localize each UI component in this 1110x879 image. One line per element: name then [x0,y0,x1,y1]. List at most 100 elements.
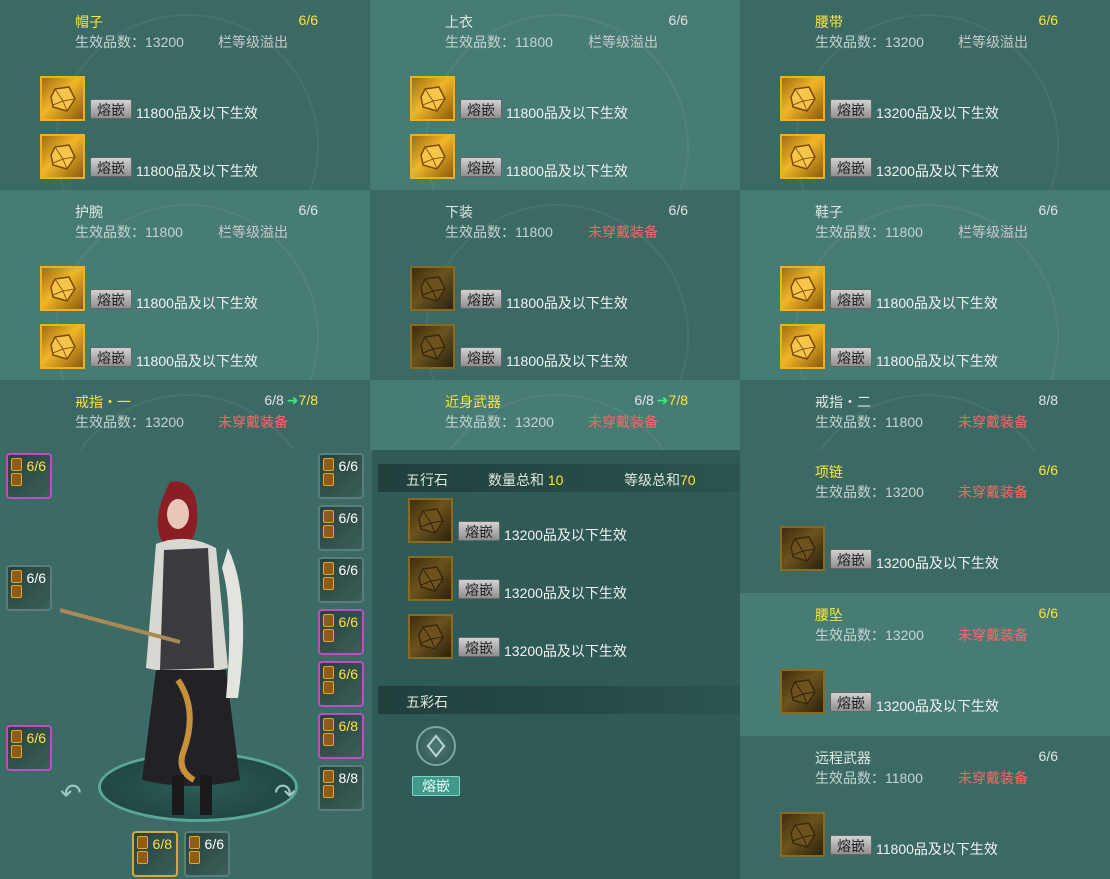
gem-indicator-icon [323,562,334,575]
panel-count-value: 6/6 [668,12,688,28]
panel-status: 未穿戴装备 [588,414,658,430]
panel-title: 近身武器 [445,394,501,410]
panel-title: 护腕 [75,204,103,220]
panel-count-value: 6/8 [634,392,654,408]
panel-status: 未穿戴装备 [958,770,1028,786]
gem-indicator-icon [323,614,334,627]
equip-slot[interactable]: 6/6 [6,453,52,499]
inlay-button[interactable]: 熔嵌 [460,157,502,177]
gem-indicator-icon [323,577,334,590]
gem-effect-label: 13200品及以下生效 [504,527,627,543]
inlay-button[interactable]: 熔嵌 [90,347,132,367]
gem-socket[interactable] [780,812,825,857]
equip-slot[interactable]: 6/6 [318,505,364,551]
gem-indicator-icon [323,666,334,679]
inlay-button[interactable]: 熔嵌 [90,289,132,309]
gem-socket[interactable] [408,614,453,659]
panel-status: 栏等级溢出 [218,224,288,240]
inlay-button[interactable]: 熔嵌 [830,835,872,855]
equip-slot-count: 8/8 [338,770,358,786]
gem-socket[interactable] [780,669,825,714]
panel-title: 下装 [445,204,473,220]
gem-slot: 熔嵌 11800品及以下生效 [40,134,258,184]
equip-slot[interactable]: 6/6 [6,565,52,611]
gem-stone-icon [49,85,76,112]
gem-indicator-icon [323,629,334,642]
inlay-button[interactable]: 熔嵌 [90,99,132,119]
gem-socket[interactable] [408,556,453,601]
equip-slot[interactable]: 6/6 [6,725,52,771]
panel-effective: 生效品数：13200 [815,484,924,500]
panel-status: 栏等级溢出 [958,224,1028,240]
equip-slot[interactable]: 6/8 [318,713,364,759]
gem-slot: 熔嵌 11800品及以下生效 [410,324,628,374]
equip-slot[interactable]: 6/6 [318,661,364,707]
rotate-right-icon[interactable]: ↷ [274,778,296,809]
inlay-button[interactable]: 熔嵌 [460,347,502,367]
panel-count-value: 6/6 [298,202,318,218]
gem-socket[interactable] [40,324,85,369]
equip-slot-count: 6/6 [26,730,46,746]
gem-socket[interactable] [40,134,85,179]
panel-title: 上衣 [445,14,473,30]
rotate-left-icon[interactable]: ↶ [60,778,82,809]
inlay-button[interactable]: 熔嵌 [458,637,500,657]
equip-slot[interactable]: 6/6 [318,453,364,499]
gem-effect-label: 13200品及以下生效 [876,555,999,571]
wucai-slot[interactable] [416,726,456,766]
inlay-button[interactable]: 熔嵌 [460,99,502,119]
inlay-button[interactable]: 熔嵌 [460,289,502,309]
gem-indicator-icon [11,570,22,583]
inlay-button[interactable]: 熔嵌 [90,157,132,177]
gem-slot: 熔嵌 11800品及以下生效 [410,134,628,184]
gem-socket[interactable] [40,266,85,311]
panel-status: 栏等级溢出 [218,34,288,50]
inlay-button[interactable]: 熔嵌 [458,521,500,541]
inlay-button[interactable]: 熔嵌 [830,99,872,119]
panel-effective: 生效品数：11800 [445,34,553,50]
panel-count-upgrade: 7/8 [298,392,318,408]
wucai-inlay-button[interactable]: 熔嵌 [412,776,460,796]
inlay-button[interactable]: 熔嵌 [830,692,872,712]
panel-title: 腰带 [815,14,843,30]
gem-effect-label: 13200品及以下生效 [876,163,999,179]
inlay-button[interactable]: 熔嵌 [830,289,872,309]
gem-socket[interactable] [410,324,455,369]
panel-status: 未穿戴装备 [588,224,658,240]
gem-socket[interactable] [410,266,455,311]
gem-socket[interactable] [40,76,85,121]
panel-count-value: 6/6 [298,12,318,28]
inlay-button[interactable]: 熔嵌 [830,347,872,367]
gem-socket[interactable] [410,134,455,179]
equip-slot[interactable]: 6/6 [318,557,364,603]
right-panel-2: 远程武器 6/6 生效品数：11800 未穿戴装备 熔嵌 11800品及以下生效 [740,736,1110,879]
panel-count: 6/6 [1038,605,1058,621]
right-panel-1: 腰坠 6/6 生效品数：13200 未穿戴装备 熔嵌 13200品及以下生效 [740,593,1110,736]
equip-slot-count: 6/6 [338,614,358,630]
gem-socket[interactable] [780,526,825,571]
gem-stone-icon [49,275,76,302]
character-figure [60,481,244,815]
panel-title: 项链 [815,464,843,480]
equip-slot[interactable]: 6/6 [318,609,364,655]
inlay-button[interactable]: 熔嵌 [458,579,500,599]
inlay-button[interactable]: 熔嵌 [830,157,872,177]
equip-slot[interactable]: 8/8 [318,765,364,811]
panel-effective: 生效品数：11800 [815,770,923,786]
gem-socket[interactable] [780,76,825,121]
inlay-button[interactable]: 熔嵌 [830,549,872,569]
gem-socket[interactable] [780,134,825,179]
panel-status: 未穿戴装备 [958,414,1028,430]
upgrade-arrow-icon: ➜ [286,392,299,408]
panel-status: 栏等级溢出 [958,34,1028,50]
gem-indicator-icon [323,473,334,486]
wuxing-level: 等级总和70 [624,470,696,490]
gem-socket[interactable] [408,498,453,543]
gem-socket[interactable] [780,266,825,311]
gem-socket[interactable] [780,324,825,369]
gem-slot: 熔嵌 11800品及以下生效 [410,266,628,316]
panel-title: 帽子 [75,14,103,30]
panel-5: 鞋子 6/6 生效品数：11800 栏等级溢出 熔嵌 11800品及以下生效 熔嵌 11800… [740,190,1110,380]
gem-effect-label: 13200品及以下生效 [876,105,999,121]
gem-socket[interactable] [410,76,455,121]
